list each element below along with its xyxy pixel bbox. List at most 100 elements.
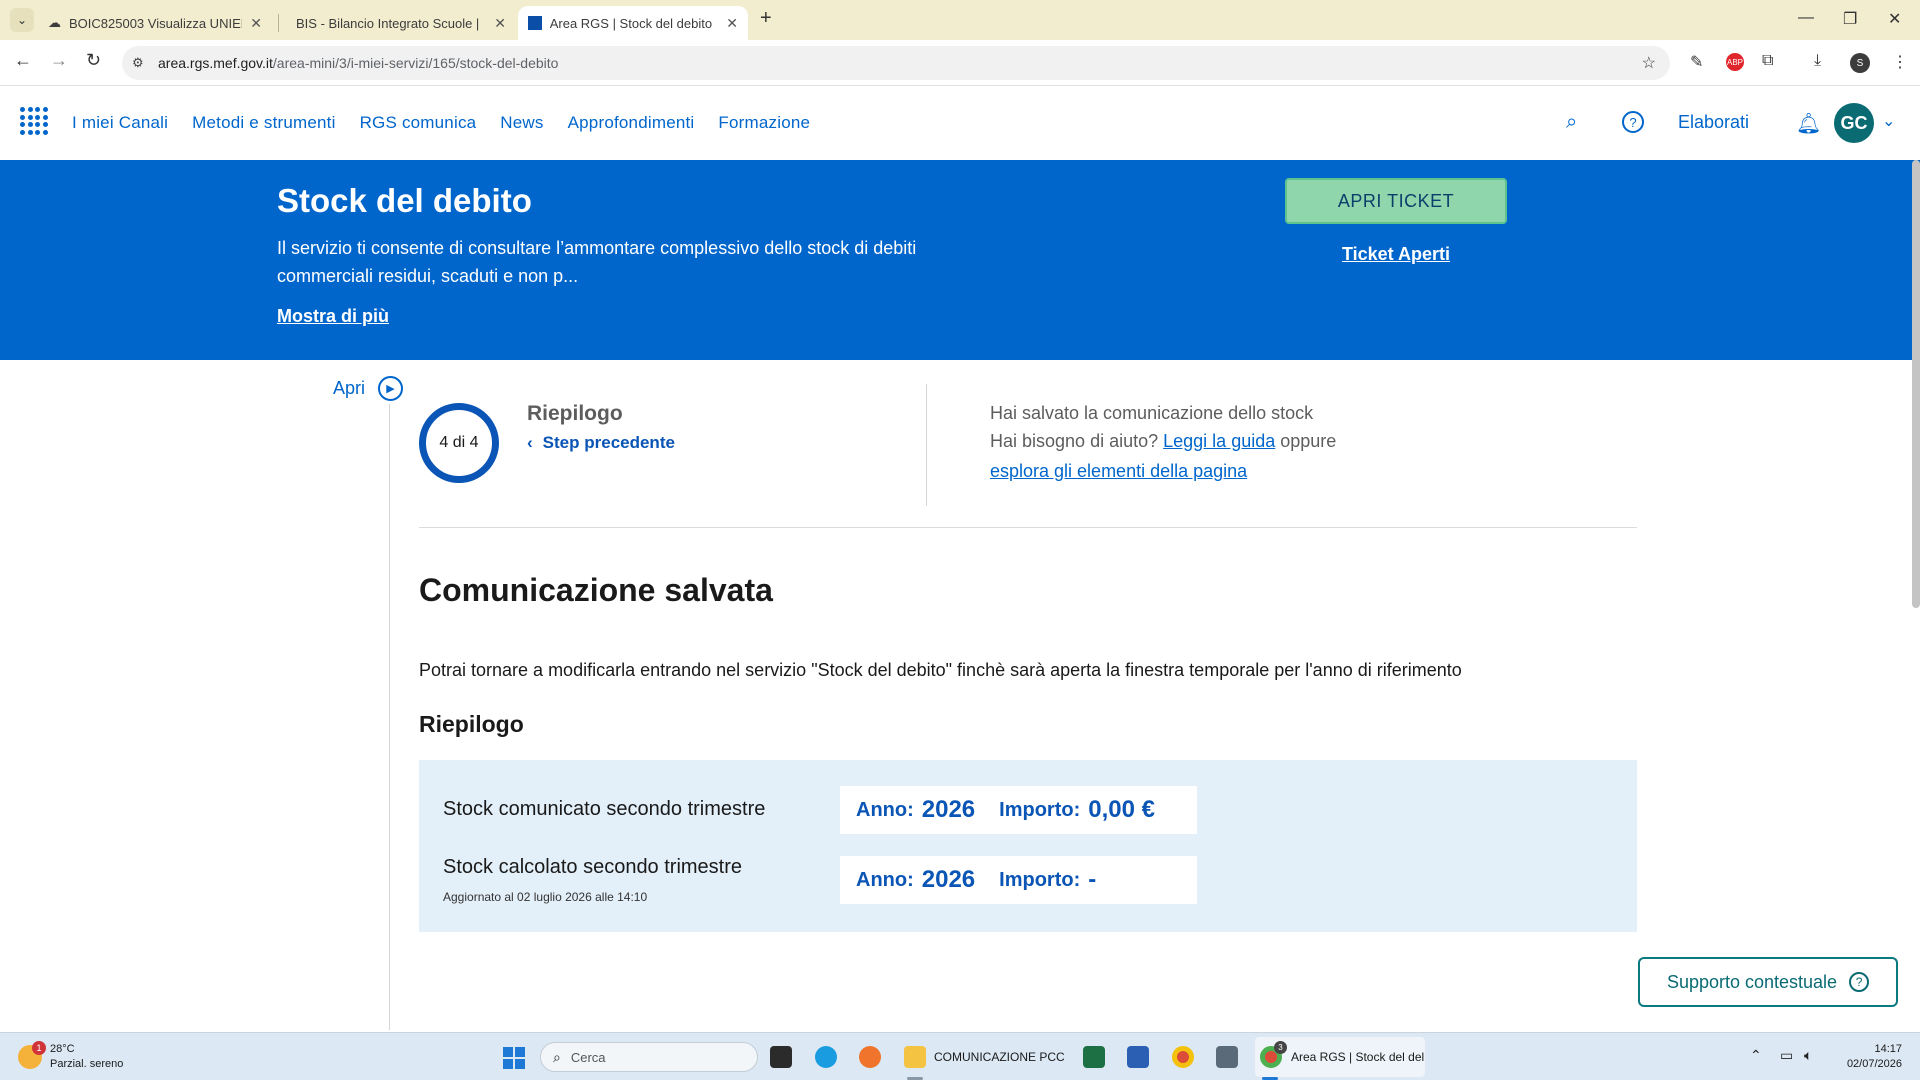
firefox-icon[interactable] <box>859 1046 881 1068</box>
question-circle-icon: ? <box>1849 972 1870 992</box>
guide-link[interactable]: Leggi la guida <box>1163 431 1275 451</box>
page-title: Stock del debito <box>277 182 532 219</box>
open-tickets-link[interactable]: Ticket Aperti <box>1285 244 1507 265</box>
browser-toolbar: ← → ↻ ⚙ area.rgs.mef.gov.it/area-mini/3/… <box>0 40 1920 86</box>
volume-icon[interactable]: 🔈︎ <box>1804 1047 1812 1064</box>
tray-chevron-up-icon[interactable]: ⌃ <box>1750 1047 1762 1064</box>
tab-divider <box>278 14 279 32</box>
stock-calculated-label: Stock calcolato secondo trimestre <box>443 856 743 878</box>
nav-approfondimenti[interactable]: Approfondimenti <box>568 113 695 133</box>
sidebar-open-label[interactable]: Apri <box>333 378 365 399</box>
url-host: area.rgs.mef.gov.it <box>158 55 273 71</box>
menu-kebab-icon[interactable]: ⋮ <box>1892 52 1908 72</box>
stock-calculated-values: Anno: 2026 Importo: - <box>840 856 1197 904</box>
close-window-icon[interactable]: ✕ <box>1888 9 1901 29</box>
help-or: oppure <box>1280 431 1337 451</box>
reload-icon[interactable]: ↻ <box>86 50 101 71</box>
profile-avatar[interactable]: S <box>1850 53 1870 73</box>
new-tab-icon[interactable]: + <box>760 7 772 30</box>
year-value: 2026 <box>921 796 976 823</box>
close-tab-icon[interactable]: ✕ <box>494 15 506 32</box>
help-question: Hai bisogno di aiuto? <box>990 431 1159 451</box>
step-title: Riepilogo <box>527 402 623 425</box>
chevron-left-icon: ‹ <box>527 433 533 452</box>
folder-task-label[interactable]: COMUNICAZIONE PCC <box>934 1050 1065 1064</box>
nav-formazione[interactable]: Formazione <box>718 113 810 133</box>
clock-date: 02/07/2026 <box>1846 1058 1902 1070</box>
puzzle-icon[interactable]: ⧉ <box>1762 52 1773 70</box>
explore-line: esplora gli elementi della pagina <box>990 461 1247 482</box>
url-path: /area-mini/3/i-miei-servizi/165/stock-de… <box>272 55 559 71</box>
system-clock[interactable]: 14:17 02/07/2026 <box>1838 1042 1902 1072</box>
close-tab-icon[interactable]: ✕ <box>250 15 262 32</box>
elaborati-link[interactable]: Elaborati <box>1678 112 1749 133</box>
apps-grid-icon[interactable] <box>20 107 48 135</box>
chrome-task-label[interactable]: Area RGS | Stock del del <box>1291 1050 1424 1064</box>
chrome-icon[interactable] <box>1172 1046 1194 1068</box>
task-view-icon[interactable] <box>770 1046 792 1068</box>
weather-desc[interactable]: Parzial. sereno <box>50 1058 123 1070</box>
chevron-down-icon[interactable]: ⌄ <box>1882 111 1895 131</box>
nav-news[interactable]: News <box>500 113 543 133</box>
tab-uniemens[interactable]: ☁ BOIC825003 Visualizza UNIEMENS ✕ <box>38 6 272 40</box>
adblock-icon[interactable]: ABP <box>1726 53 1744 71</box>
contextual-support-button[interactable]: Supporto contestuale ? <box>1638 957 1898 1007</box>
saved-message: Hai salvato la comunicazione dello stock <box>990 403 1314 423</box>
bookmark-star-icon[interactable]: ☆ <box>1642 53 1656 73</box>
nav-rgs-comunica[interactable]: RGS comunica <box>360 113 477 133</box>
vertical-divider <box>926 384 927 506</box>
nav-i-miei-canali[interactable]: I miei Canali <box>72 113 168 133</box>
folder-icon[interactable] <box>904 1046 926 1068</box>
download-icon[interactable]: ⤓ <box>1814 52 1821 70</box>
play-circle-icon[interactable]: ▶ <box>378 376 403 401</box>
nav-metodi-strumenti[interactable]: Metodi e strumenti <box>192 113 335 133</box>
restore-icon[interactable]: ❐ <box>1843 9 1857 29</box>
close-tab-icon[interactable]: ✕ <box>726 15 738 32</box>
saved-heading: Comunicazione salvata <box>419 572 773 608</box>
extension-icon[interactable]: ✎ <box>1690 52 1703 72</box>
user-avatar[interactable]: GC <box>1834 103 1874 143</box>
word-icon[interactable] <box>1127 1046 1149 1068</box>
address-bar[interactable]: ⚙ area.rgs.mef.gov.it/area-mini/3/i-miei… <box>122 46 1670 80</box>
site-info-icon[interactable]: ⚙ <box>132 55 144 71</box>
network-icon[interactable]: ▭ <box>1780 1047 1793 1064</box>
help-icon[interactable]: ? <box>1622 111 1644 133</box>
search-placeholder: Cerca <box>570 1049 606 1065</box>
browser-tab-bar: ⌄ ☁ BOIC825003 Visualizza UNIEMENS ✕ BIS… <box>0 0 1920 40</box>
chrome-window-badge: 3 <box>1274 1041 1287 1054</box>
summary-heading: Riepilogo <box>419 711 524 737</box>
windows-taskbar: 1 28°C Parzial. sereno ⌕ Cerca COMUNICAZ… <box>0 1032 1920 1080</box>
tab-search-icon[interactable]: ⌄ <box>10 8 34 32</box>
tab-title: BOIC825003 Visualizza UNIEMENS <box>69 15 242 31</box>
bell-icon[interactable]: 🔔︎ <box>1796 111 1821 136</box>
year-value: 2026 <box>921 866 976 893</box>
tab-bis[interactable]: BIS - Bilancio Integrato Scuole | ✕ <box>286 6 516 40</box>
weather-badge: 1 <box>32 1041 46 1055</box>
previous-step-link[interactable]: ‹ Step precedente <box>527 433 675 453</box>
clock-time: 14:17 <box>1874 1043 1902 1055</box>
weather-temp[interactable]: 28°C <box>50 1043 75 1055</box>
tab-title: BIS - Bilancio Integrato Scuole | <box>296 15 480 31</box>
search-icon: ⌕ <box>553 1048 561 1065</box>
edge-icon[interactable] <box>815 1046 837 1068</box>
tab-area-rgs[interactable]: Area RGS | Stock del debito ✕ <box>518 6 748 40</box>
page-scrollbar[interactable] <box>1912 160 1920 608</box>
support-label: Supporto contestuale <box>1666 971 1838 992</box>
open-ticket-button[interactable]: APRI TICKET <box>1285 178 1507 224</box>
forward-icon[interactable]: → <box>50 50 68 71</box>
sidebar-divider <box>389 404 390 1030</box>
search-icon[interactable]: ⌕ <box>1566 111 1577 134</box>
windows-start-icon[interactable] <box>503 1047 525 1069</box>
stock-communicated-values: Anno: 2026 Importo: 0,00 € <box>840 786 1197 834</box>
calculator-icon[interactable] <box>1216 1046 1238 1068</box>
step-progress-circle: 4 di 4 <box>419 403 499 483</box>
horizontal-divider <box>419 527 1637 528</box>
minimize-icon[interactable]: — <box>1798 9 1814 27</box>
back-icon[interactable]: ← <box>14 50 32 71</box>
amount-key: Importo: <box>999 798 1081 821</box>
excel-icon[interactable] <box>1083 1046 1105 1068</box>
show-more-link[interactable]: Mostra di più <box>277 306 389 327</box>
year-key: Anno: <box>856 868 914 891</box>
explore-elements-link[interactable]: esplora gli elementi della pagina <box>990 461 1247 481</box>
taskbar-search[interactable]: ⌕ Cerca <box>540 1042 758 1072</box>
